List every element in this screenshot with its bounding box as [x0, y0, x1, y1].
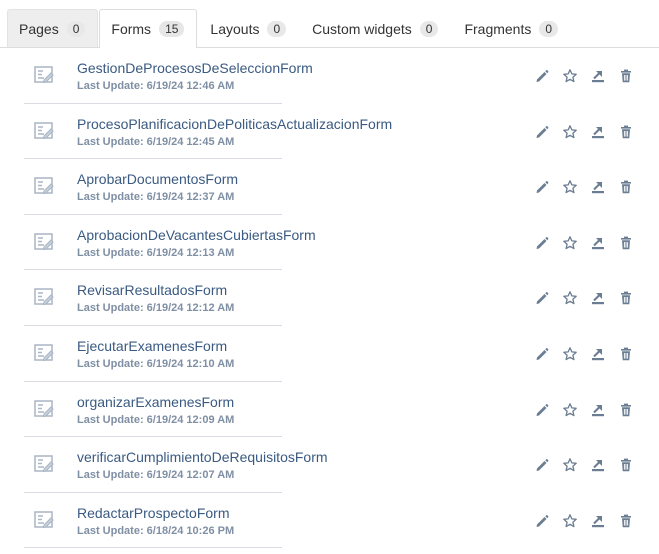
row-actions — [534, 457, 634, 473]
list-item: verificarCumplimientoDeRequisitosForm La… — [0, 437, 659, 493]
tab-label: Fragments — [464, 20, 532, 37]
last-update: Last Update: 6/19/24 12:10 AM — [77, 357, 235, 370]
row-actions — [534, 513, 634, 529]
form-name-link[interactable]: ProcesoPlanificacionDePoliticasActualiza… — [77, 116, 392, 132]
pencil-icon[interactable] — [534, 513, 550, 529]
export-icon[interactable] — [590, 346, 606, 362]
star-icon[interactable] — [562, 457, 578, 473]
list-item: GestionDeProcesosDeSeleccionForm Last Up… — [0, 48, 659, 104]
tab-forms[interactable]: Forms 15 — [99, 9, 198, 48]
form-icon — [33, 286, 55, 308]
tab-label: Forms — [111, 21, 152, 37]
form-name-link[interactable]: organizarExamenesForm — [77, 394, 234, 410]
form-name-link[interactable]: AprobarDocumentosForm — [77, 171, 238, 187]
trash-icon[interactable] — [618, 346, 634, 362]
row-actions — [534, 346, 634, 362]
last-update: Last Update: 6/19/24 12:09 AM — [77, 413, 235, 426]
form-icon — [33, 64, 55, 86]
form-icon — [33, 342, 55, 364]
list-item: RedactarProspectoForm Last Update: 6/18/… — [0, 493, 659, 549]
export-icon[interactable] — [590, 68, 606, 84]
tab-pages[interactable]: Pages 0 — [7, 9, 99, 47]
trash-icon[interactable] — [618, 513, 634, 529]
list-item: AprobacionDeVacantesCubiertasForm Last U… — [0, 215, 659, 271]
last-update: Last Update: 6/19/24 12:46 AM — [77, 80, 235, 92]
export-icon[interactable] — [590, 179, 606, 195]
tab-label: Layouts — [210, 20, 260, 37]
list-item: organizarExamenesForm Last Update: 6/19/… — [0, 382, 659, 438]
star-icon[interactable] — [562, 179, 578, 195]
list-item: AprobarDocumentosForm Last Update: 6/19/… — [0, 159, 659, 215]
tab-label: Pages — [19, 20, 59, 37]
row-actions — [534, 290, 634, 306]
trash-icon[interactable] — [618, 457, 634, 473]
export-icon[interactable] — [590, 235, 606, 251]
row-actions — [534, 235, 634, 251]
trash-icon[interactable] — [618, 290, 634, 306]
count-badge: 0 — [267, 20, 287, 37]
tab-label: Custom widgets — [312, 20, 412, 37]
row-divider — [24, 547, 282, 549]
pencil-icon[interactable] — [534, 124, 550, 140]
list-item: RevisarResultadosForm Last Update: 6/19/… — [0, 270, 659, 326]
star-icon[interactable] — [562, 346, 578, 362]
pencil-icon[interactable] — [534, 346, 550, 362]
star-icon[interactable] — [562, 235, 578, 251]
trash-icon[interactable] — [618, 124, 634, 140]
star-icon[interactable] — [562, 402, 578, 418]
count-badge: 0 — [66, 20, 86, 37]
form-name-link[interactable]: verificarCumplimientoDeRequisitosForm — [77, 449, 328, 465]
last-update: Last Update: 6/19/24 12:13 AM — [77, 246, 235, 259]
form-icon — [33, 398, 55, 420]
tab-fragments[interactable]: Fragments 0 — [452, 9, 571, 47]
row-actions — [534, 179, 634, 195]
export-icon[interactable] — [590, 457, 606, 473]
pencil-icon[interactable] — [534, 235, 550, 251]
tab-layouts[interactable]: Layouts 0 — [198, 9, 299, 47]
row-actions — [534, 68, 634, 84]
star-icon[interactable] — [562, 290, 578, 306]
pencil-icon[interactable] — [534, 179, 550, 195]
count-badge: 15 — [159, 21, 185, 37]
trash-icon[interactable] — [618, 235, 634, 251]
last-update: Last Update: 6/19/24 12:07 AM — [77, 469, 235, 482]
count-badge: 0 — [539, 20, 559, 37]
last-update: Last Update: 6/18/24 10:26 PM — [77, 524, 235, 537]
trash-icon[interactable] — [618, 68, 634, 84]
count-badge: 0 — [419, 20, 439, 37]
form-icon — [33, 120, 55, 142]
export-icon[interactable] — [590, 124, 606, 140]
star-icon[interactable] — [562, 124, 578, 140]
pencil-icon[interactable] — [534, 290, 550, 306]
form-name-link[interactable]: RevisarResultadosForm — [77, 282, 227, 298]
form-name-link[interactable]: EjecutarExamenesForm — [77, 338, 227, 354]
list-item: EjecutarExamenesForm Last Update: 6/19/2… — [0, 326, 659, 382]
last-update: Last Update: 6/19/24 12:12 AM — [77, 302, 235, 315]
last-update: Last Update: 6/19/24 12:37 AM — [77, 191, 235, 204]
forms-list: GestionDeProcesosDeSeleccionForm Last Up… — [0, 48, 659, 549]
last-update: Last Update: 6/19/24 12:45 AM — [77, 135, 235, 148]
tab-custom-widgets[interactable]: Custom widgets 0 — [300, 9, 451, 47]
pencil-icon[interactable] — [534, 402, 550, 418]
form-name-link[interactable]: AprobacionDeVacantesCubiertasForm — [77, 227, 316, 243]
tab-bar: Pages 0 Forms 15 Layouts 0 Custom widget… — [0, 0, 659, 48]
form-icon — [33, 231, 55, 253]
pencil-icon[interactable] — [534, 457, 550, 473]
trash-icon[interactable] — [618, 179, 634, 195]
row-actions — [534, 124, 634, 140]
form-icon — [33, 509, 55, 531]
form-name-link[interactable]: RedactarProspectoForm — [77, 505, 230, 521]
form-name-link[interactable]: GestionDeProcesosDeSeleccionForm — [77, 60, 313, 76]
form-icon — [33, 175, 55, 197]
trash-icon[interactable] — [618, 402, 634, 418]
star-icon[interactable] — [562, 513, 578, 529]
form-icon — [33, 453, 55, 475]
export-icon[interactable] — [590, 290, 606, 306]
export-icon[interactable] — [590, 402, 606, 418]
star-icon[interactable] — [562, 68, 578, 84]
row-actions — [534, 402, 634, 418]
export-icon[interactable] — [590, 513, 606, 529]
list-item: ProcesoPlanificacionDePoliticasActualiza… — [0, 104, 659, 160]
pencil-icon[interactable] — [534, 68, 550, 84]
